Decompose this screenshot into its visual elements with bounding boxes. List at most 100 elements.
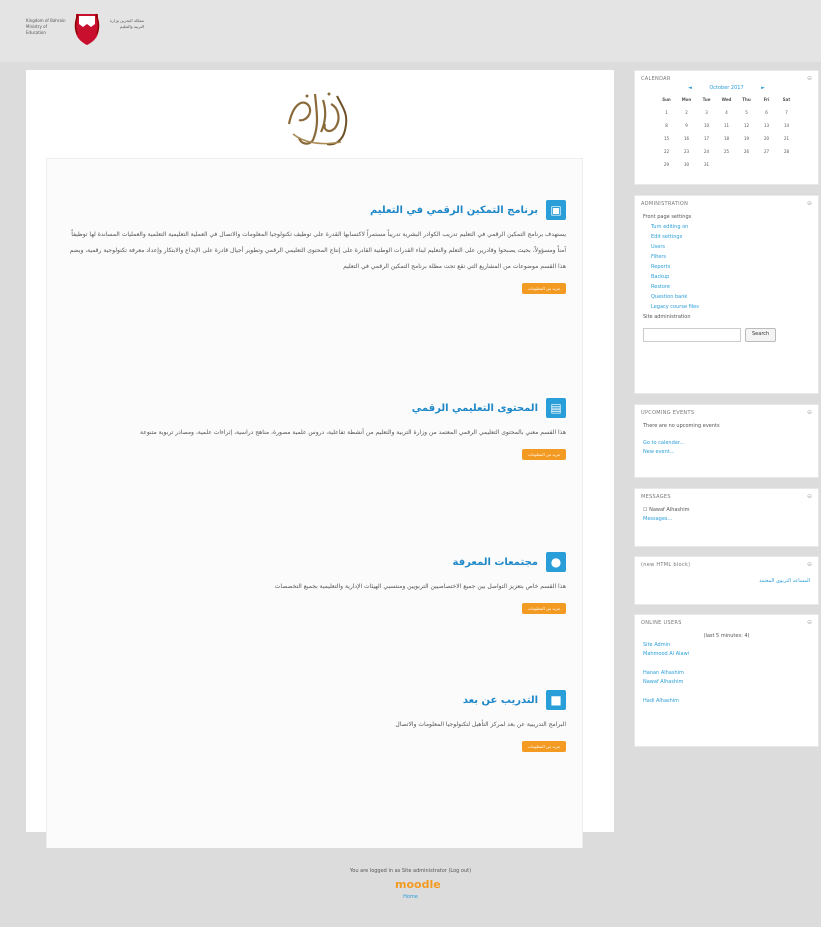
more-info-button[interactable]: مزيد من المعلومات: [521, 449, 566, 460]
calendar-day[interactable]: 30: [677, 158, 697, 171]
section-description: هذا القسم معني بالمحتوى التعليمي الرقمي …: [140, 429, 566, 436]
html-block-link[interactable]: المساعد التربوي المعتمد: [635, 573, 818, 586]
no-events-text: There are no upcoming events: [643, 423, 720, 429]
calendar-day[interactable]: 19: [737, 132, 757, 145]
calendar-day[interactable]: 10: [697, 119, 717, 132]
online-user[interactable]: Hanan Alhashim: [635, 669, 818, 678]
calendar-day[interactable]: 2: [677, 106, 697, 119]
calendar-day[interactable]: 22: [657, 145, 677, 158]
calendar-day[interactable]: 26: [737, 145, 757, 158]
admin-item[interactable]: Question bank: [643, 292, 810, 302]
collapse-icon[interactable]: ⊖: [807, 75, 812, 82]
admin-item[interactable]: Legacy course files: [643, 302, 810, 312]
calendar-day[interactable]: 27: [757, 145, 777, 158]
calendar-day[interactable]: 5: [737, 106, 757, 119]
collapse-icon[interactable]: ⊖: [807, 619, 812, 626]
calendar-day[interactable]: 4: [717, 106, 737, 119]
admin-search-input[interactable]: [643, 328, 741, 342]
calendar-day[interactable]: 8: [657, 119, 677, 132]
section-description: البرامج التدريبية عن بعد لمركز التأهيل ل…: [395, 721, 566, 728]
next-month-icon[interactable]: ►: [761, 85, 765, 91]
admin-item[interactable]: Turn editing on: [643, 222, 810, 232]
calendar-day[interactable]: 7: [777, 106, 797, 119]
online-user[interactable]: Hadi Alhashim: [635, 697, 818, 706]
calendar-month-nav: ◄ October 2017 ►: [635, 85, 818, 91]
calendar-day[interactable]: 28: [777, 145, 797, 158]
more-info-button[interactable]: مزيد من المعلومات: [521, 603, 566, 614]
section-title[interactable]: مجتمعات المعرفة: [453, 557, 538, 568]
calendar-day[interactable]: [777, 158, 797, 171]
calendar-day[interactable]: 16: [677, 132, 697, 145]
logged-in-info[interactable]: You are logged in as Site administrator …: [0, 868, 821, 874]
day-header: Mon: [681, 97, 692, 102]
calendar-day[interactable]: 6: [757, 106, 777, 119]
admin-item[interactable]: Edit settings: [643, 232, 810, 242]
day-header: Fri: [763, 97, 770, 102]
ministry-logo[interactable]: Kingdom of Bahrain Ministry of Education…: [26, 12, 146, 46]
moodle-logo[interactable]: moodle: [395, 878, 441, 891]
calendar-day[interactable]: 15: [657, 132, 677, 145]
go-to-calendar-link[interactable]: Go to calendar...: [635, 439, 818, 448]
messages-link[interactable]: Messages...: [635, 515, 818, 524]
site-header: Kingdom of Bahrain Ministry of Education…: [0, 0, 821, 62]
calendar-month[interactable]: October 2017: [709, 85, 743, 91]
admin-item[interactable]: Backup: [643, 272, 810, 282]
block-title: MESSAGES: [641, 494, 671, 500]
briefcase-icon: ■: [546, 690, 566, 710]
day-header: Wed: [721, 97, 732, 102]
admin-search: Search: [635, 322, 818, 352]
online-user[interactable]: Site Admin: [635, 641, 818, 650]
collapse-icon[interactable]: ⊖: [807, 200, 812, 207]
more-info-button[interactable]: مزيد من المعلومات: [521, 741, 566, 752]
section-title[interactable]: برنامج التمكين الرقمي في التعليم: [370, 205, 538, 216]
admin-item[interactable]: Filters: [643, 252, 810, 262]
calendar-day[interactable]: [757, 158, 777, 171]
calendar-day[interactable]: 17: [697, 132, 717, 145]
new-event-link[interactable]: New event...: [635, 448, 818, 457]
message-user-name[interactable]: Nawaf Alhashim: [649, 507, 689, 513]
ministry-name-ar: مملكة البحرين وزارة التربية والتعليم: [109, 18, 144, 29]
calendar-day[interactable]: 12: [737, 119, 757, 132]
section-title[interactable]: التدريب عن بعد: [463, 695, 538, 706]
calendar-day[interactable]: 23: [677, 145, 697, 158]
message-user[interactable]: ☐ Nawaf Alhashim: [635, 505, 818, 515]
prev-month-icon[interactable]: ◄: [688, 85, 692, 91]
ministry-name-en: Kingdom of Bahrain Ministry of Education: [26, 18, 66, 35]
more-info-button[interactable]: مزيد من المعلومات: [521, 283, 566, 294]
collapse-icon[interactable]: ⊖: [807, 493, 812, 500]
calendar-day[interactable]: 9: [677, 119, 697, 132]
home-link[interactable]: Home: [0, 894, 821, 900]
book-icon: ▤: [546, 398, 566, 418]
calendar-day[interactable]: 13: [757, 119, 777, 132]
site-calligraphy-logo[interactable]: [279, 84, 359, 156]
calendar-day[interactable]: 29: [657, 158, 677, 171]
section-description: يستهدف برنامج التمكين الرقمي في التعليم …: [69, 231, 566, 270]
calendar-day[interactable]: 31: [697, 158, 717, 171]
calendar-day[interactable]: 18: [717, 132, 737, 145]
messages-block: MESSAGES ⊖ ☐ Nawaf Alhashim Messages...: [634, 488, 819, 547]
calendar-day[interactable]: 3: [697, 106, 717, 119]
calendar-day[interactable]: 1: [657, 106, 677, 119]
admin-item[interactable]: Front page settings: [643, 212, 810, 222]
bahrain-emblem-icon: [74, 13, 100, 45]
online-user[interactable]: Mahmood Al Alawi: [635, 650, 818, 659]
calendar-day[interactable]: 24: [697, 145, 717, 158]
calendar-day[interactable]: 25: [717, 145, 737, 158]
calendar-day[interactable]: [717, 158, 737, 171]
admin-item[interactable]: Users: [643, 242, 810, 252]
block-title: ONLINE USERS: [641, 620, 682, 626]
calendar-day[interactable]: 21: [777, 132, 797, 145]
collapse-icon[interactable]: ⊖: [807, 561, 812, 568]
search-button[interactable]: Search: [745, 328, 777, 342]
admin-item[interactable]: Site administration: [643, 312, 810, 322]
collapse-icon[interactable]: ⊖: [807, 409, 812, 416]
calendar-day[interactable]: 11: [717, 119, 737, 132]
section-title[interactable]: المحتوى التعليمي الرقمي: [412, 403, 538, 414]
calendar-day[interactable]: [737, 158, 757, 171]
admin-item[interactable]: Reports: [643, 262, 810, 272]
admin-item[interactable]: Restore: [643, 282, 810, 292]
online-user[interactable]: Nawaf Alhashim: [635, 678, 818, 687]
calendar-day[interactable]: 20: [757, 132, 777, 145]
section-knowledge-communities: ● مجتمعات المعرفة هذا القسم خاص بتعزيز ا…: [61, 551, 566, 614]
calendar-day[interactable]: 14: [777, 119, 797, 132]
